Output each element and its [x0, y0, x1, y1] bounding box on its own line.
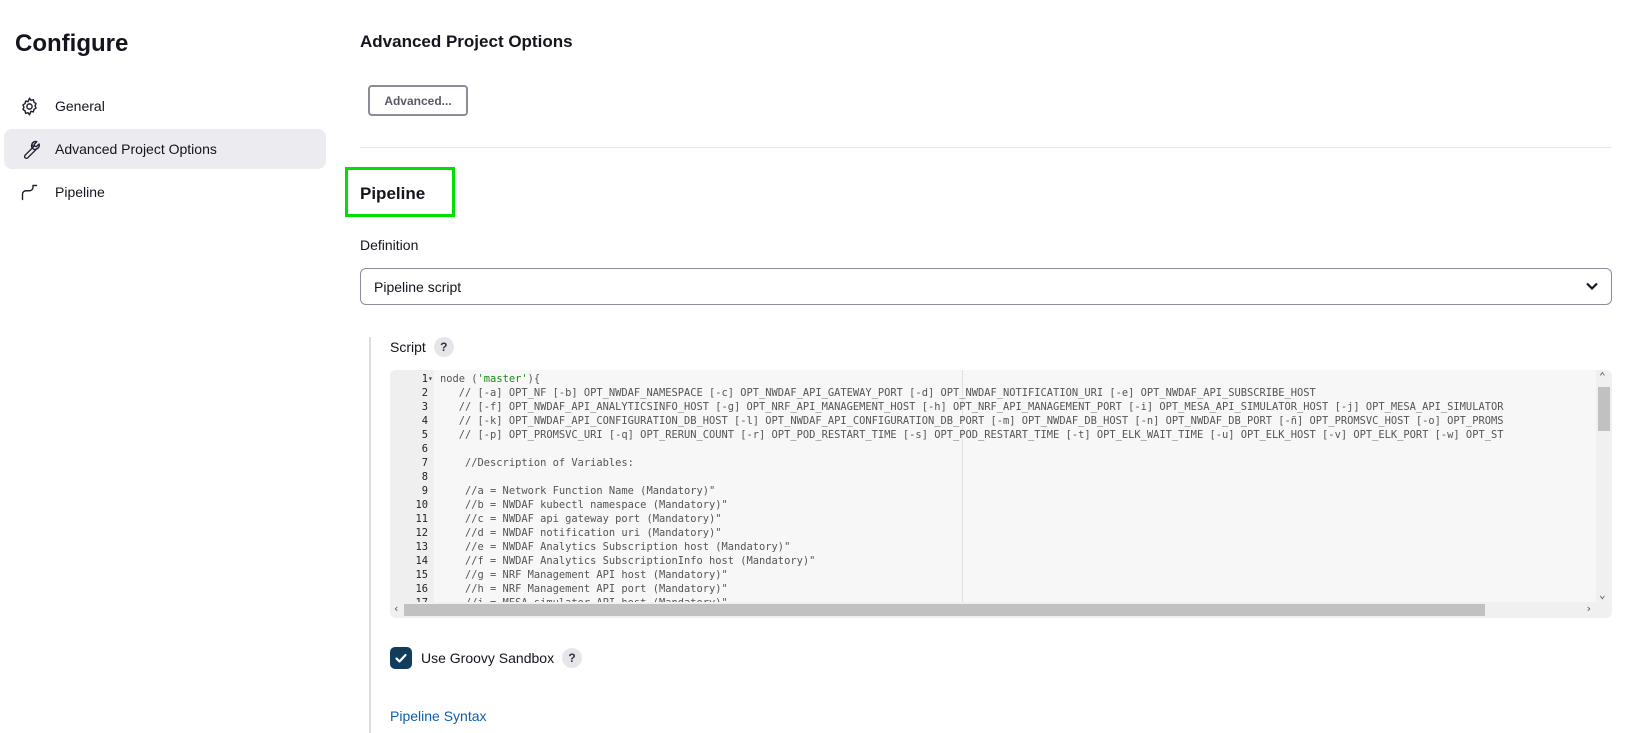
line-number: 11 [415, 513, 428, 525]
advanced-section-title: Advanced Project Options [360, 32, 573, 51]
groovy-sandbox-help-icon[interactable]: ? [562, 648, 583, 668]
definition-select-value: Pipeline script [374, 278, 462, 295]
script-label-row: Script ? [390, 337, 454, 357]
wrench-icon [18, 138, 40, 160]
line-number: 2 [421, 387, 428, 399]
code-line: // [-k] OPT_NWDAF_API_CONFIGURATION_DB_H… [440, 415, 1504, 427]
groovy-sandbox-row: Use Groovy Sandbox ? [421, 647, 583, 669]
code-line: //Description of Variables: [440, 457, 634, 469]
line-number: 14 [415, 555, 428, 567]
sidebar-item-label: General [55, 98, 105, 114]
editor-gutter: 123456789101112131415161718 ▾ [390, 370, 434, 618]
pipeline-icon [18, 181, 40, 203]
script-editor[interactable]: 123456789101112131415161718 ▾ node ('mas… [390, 370, 1612, 618]
code-line: //b = NWDAF kubectl namespace (Mandatory… [440, 499, 728, 511]
chevron-down-icon [1585, 279, 1599, 293]
scroll-up-icon[interactable]: ⌃ [1599, 370, 1606, 383]
editor-horizontal-scrollbar[interactable]: ‹ › [390, 602, 1612, 618]
sidebar-item-label: Advanced Project Options [55, 141, 217, 157]
sidebar-item-general[interactable]: General [4, 86, 326, 126]
checkmark-icon [395, 653, 407, 663]
code-line: //a = Network Function Name (Mandatory)" [440, 485, 716, 497]
page-title: Configure [15, 30, 129, 57]
line-number: 4 [421, 415, 428, 427]
scroll-right-icon[interactable]: › [1585, 602, 1592, 615]
definition-label: Definition [360, 237, 419, 253]
line-number: 10 [415, 499, 428, 511]
editor-vertical-scrollbar[interactable]: ⌃ ⌄ [1596, 370, 1612, 605]
line-number: 6 [421, 443, 428, 455]
sidebar-item-label: Pipeline [55, 184, 105, 200]
code-line: //f = NWDAF Analytics SubscriptionInfo h… [440, 555, 816, 567]
line-number: 16 [415, 583, 428, 595]
sidebar: Configure General Advanced Project Optio… [0, 0, 330, 733]
line-number: 12 [415, 527, 428, 539]
code-line: //h = NRF Management API port (Mandatory… [440, 583, 728, 595]
definition-select[interactable]: Pipeline script [360, 268, 1612, 305]
code-line: //c = NWDAF api gateway port (Mandatory)… [440, 513, 722, 525]
line-number: 8 [421, 471, 428, 483]
code-line: // [-f] OPT_NWDAF_API_ANALYTICSINFO_HOST… [440, 401, 1504, 413]
line-number: 9 [421, 485, 428, 497]
script-section-indent-line [369, 337, 371, 733]
main-content: Advanced Project Options Advanced... Pip… [345, 0, 1648, 733]
code-line: node ('master'){ [440, 373, 541, 385]
scroll-down-icon[interactable]: ⌄ [1599, 588, 1606, 601]
fold-arrow-icon[interactable]: ▾ [428, 374, 433, 383]
sidebar-item-pipeline[interactable]: Pipeline [4, 172, 326, 212]
script-label: Script [390, 339, 426, 355]
line-number: 3 [421, 401, 428, 413]
pipeline-section-title: Pipeline [360, 184, 426, 203]
code-line: // [-p] OPT_PROMSVC_URI [-q] OPT_RERUN_C… [440, 429, 1504, 441]
scroll-left-icon[interactable]: ‹ [393, 602, 400, 615]
sidebar-item-advanced-project-options[interactable]: Advanced Project Options [4, 129, 326, 169]
line-number: 7 [421, 457, 428, 469]
advanced-button[interactable]: Advanced... [368, 85, 468, 116]
groovy-sandbox-label: Use Groovy Sandbox [421, 650, 555, 666]
line-number: 15 [415, 569, 428, 581]
code-line: //g = NRF Management API host (Mandatory… [440, 569, 728, 581]
script-help-icon[interactable]: ? [433, 337, 454, 357]
gear-icon [18, 95, 40, 117]
section-divider [360, 147, 1612, 148]
horizontal-scroll-thumb[interactable] [404, 604, 1485, 616]
code-line: // [-a] OPT_NF [-b] OPT_NWDAF_NAMESPACE … [440, 387, 1316, 399]
line-number: 1 [421, 373, 428, 385]
line-number: 5 [421, 429, 428, 441]
line-number: 13 [415, 541, 428, 553]
code-line: //e = NWDAF Analytics Subscription host … [440, 541, 791, 553]
pipeline-syntax-link[interactable]: Pipeline Syntax [390, 708, 487, 724]
groovy-sandbox-checkbox[interactable] [390, 647, 412, 669]
vertical-scroll-thumb[interactable] [1598, 387, 1610, 431]
code-line: //d = NWDAF notification uri (Mandatory)… [440, 527, 722, 539]
